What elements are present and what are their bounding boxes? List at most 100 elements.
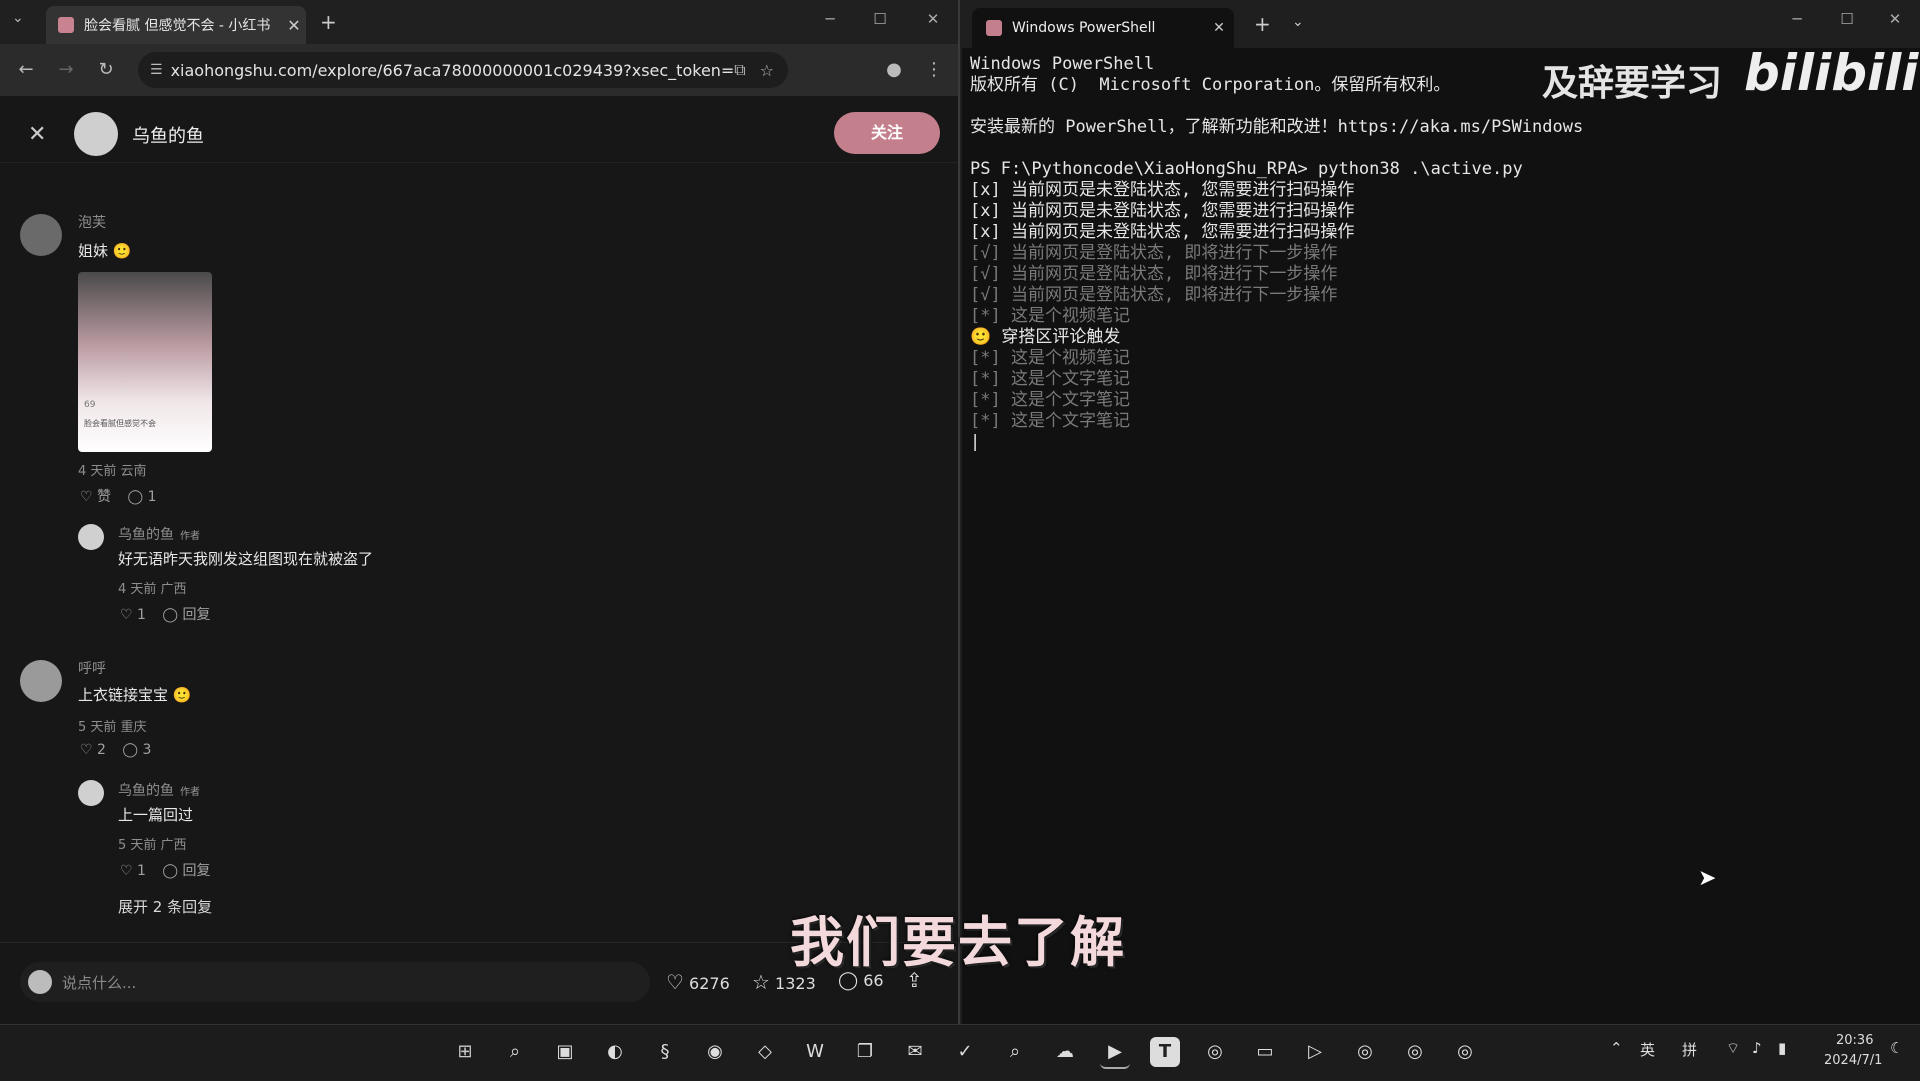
file-explorer-icon[interactable]: ▭ — [1250, 1037, 1280, 1067]
comment-image[interactable]: 69 脸会看腻但感觉不会 — [78, 272, 212, 452]
browser-menu-icon[interactable]: ⋮ — [922, 58, 946, 82]
maximize-icon[interactable]: ☐ — [1832, 10, 1862, 28]
follow-button[interactable]: 关注 — [834, 112, 940, 154]
expand-replies-link[interactable]: 展开 2 条回复 — [118, 896, 212, 917]
minimize-icon[interactable]: ─ — [815, 10, 845, 28]
clock-date[interactable]: 2024/7/1 — [1824, 1053, 1882, 1068]
terminal-line: [x] 当前网页是未登陆状态, 您需要进行扫码操作 — [970, 222, 1355, 242]
typora-icon[interactable]: ✓ — [950, 1037, 980, 1067]
outlook-icon[interactable]: ✉ — [900, 1037, 930, 1067]
emoji-icon: 🙂 — [168, 686, 192, 704]
chrome-profile-2-icon[interactable]: ◎ — [1400, 1037, 1430, 1067]
text-editor-icon[interactable]: T — [1150, 1037, 1180, 1067]
reply-icon[interactable]: ◯ — [127, 489, 143, 505]
chrome-profile-3-icon[interactable]: ◎ — [1450, 1037, 1480, 1067]
reply-icon[interactable]: ◯ — [162, 607, 178, 623]
reply-label[interactable]: 回复 — [183, 863, 211, 879]
reload-icon[interactable]: ↻ — [94, 58, 118, 82]
ime-mode[interactable]: 拼 — [1682, 1039, 1697, 1060]
chrome-icon[interactable]: ◎ — [1200, 1037, 1230, 1067]
wechat-icon[interactable]: ☁ — [1050, 1037, 1080, 1067]
clock-time[interactable]: 20:36 — [1836, 1033, 1873, 1048]
like-icon[interactable]: ♡ — [120, 607, 133, 623]
emoji-icon: 🙂 — [108, 242, 132, 260]
like-action[interactable]: ♡ 6276 — [666, 970, 730, 994]
reply-user[interactable]: 乌鱼的鱼 作者 — [118, 780, 200, 800]
minimize-icon[interactable]: ─ — [1782, 10, 1812, 28]
like-icon[interactable]: ♡ — [80, 742, 93, 758]
comment-actions: ♡ 赞 ◯ 1 — [80, 486, 157, 506]
reply-user[interactable]: 乌鱼的鱼 作者 — [118, 524, 200, 544]
install-app-icon[interactable]: ⧉ — [734, 60, 745, 80]
tab-dropdown-icon[interactable]: ⌄ — [1292, 14, 1304, 30]
reply-label[interactable]: 回复 — [183, 607, 211, 623]
notification-icon[interactable]: ☾ — [1890, 1039, 1903, 1057]
back-icon[interactable]: ← — [14, 58, 38, 82]
reply-like-count[interactable]: 1 — [137, 607, 146, 623]
tab-search-icon[interactable]: ⌄ — [12, 10, 24, 26]
terminal-icon[interactable]: ▶ — [1100, 1037, 1130, 1069]
author-avatar[interactable] — [74, 112, 118, 156]
profile-icon[interactable]: ● — [882, 58, 906, 82]
like-label[interactable]: 赞 — [97, 489, 111, 505]
ime-language[interactable]: 英 — [1640, 1039, 1655, 1060]
word-icon[interactable]: W — [800, 1037, 830, 1067]
site-info-icon[interactable]: ☰ — [150, 62, 163, 78]
close-tab-icon[interactable]: ✕ — [282, 16, 306, 35]
obs-icon[interactable]: ◉ — [700, 1037, 730, 1067]
xiaohongshu-favicon-icon — [58, 17, 74, 33]
task-view-icon[interactable]: ▣ — [550, 1037, 580, 1067]
comment-input-box[interactable]: 说点什么... — [20, 962, 650, 1002]
like-icon[interactable]: ♡ — [80, 489, 93, 505]
like-icon[interactable]: ♡ — [120, 863, 133, 879]
comment-input-placeholder: 说点什么... — [62, 974, 137, 992]
magnifier-icon[interactable]: ⌕ — [1000, 1037, 1030, 1067]
comment-avatar[interactable] — [20, 214, 62, 256]
wifi-icon[interactable]: ⌔ — [1726, 1039, 1740, 1058]
maximize-icon[interactable]: ☐ — [865, 10, 895, 28]
chrome-profile-icon[interactable]: ◎ — [1350, 1037, 1380, 1067]
sublime-icon[interactable]: § — [650, 1037, 680, 1067]
close-tab-icon[interactable]: ✕ — [1204, 20, 1234, 36]
like-total: 6276 — [689, 974, 730, 993]
reply-count[interactable]: 3 — [143, 742, 152, 758]
reply-text: 好无语昨天我刚发这组图现在就被盗了 — [118, 550, 374, 568]
bookmark-star-icon[interactable]: ☆ — [760, 61, 774, 80]
close-window-icon[interactable]: ✕ — [918, 10, 948, 28]
address-bar[interactable]: ☰ xiaohongshu.com/explore/667aca78000000… — [138, 52, 788, 88]
forward-icon[interactable]: → — [54, 58, 78, 82]
reply-avatar[interactable] — [78, 780, 104, 806]
reply-avatar[interactable] — [78, 524, 104, 550]
terminal-output[interactable]: Windows PowerShell 版权所有 (C) Microsoft Cor… — [970, 54, 1583, 453]
terminal-tab-active[interactable]: Windows PowerShell ✕ — [972, 8, 1234, 48]
close-window-icon[interactable]: ✕ — [1880, 10, 1910, 28]
new-tab-icon[interactable]: + — [320, 10, 337, 34]
reply-icon[interactable]: ◯ — [162, 863, 178, 879]
my-avatar — [28, 970, 52, 994]
copy-icon[interactable]: ❐ — [850, 1037, 880, 1067]
like-count[interactable]: 2 — [97, 742, 106, 758]
terminal-tab-strip: Windows PowerShell ✕ + ⌄ ─ ☐ ✕ — [962, 0, 1920, 48]
vscode-icon[interactable]: ◇ — [750, 1037, 780, 1067]
reply-count[interactable]: 1 — [148, 489, 157, 505]
reply-user-name[interactable]: 乌鱼的鱼 — [118, 527, 174, 543]
comment-user[interactable]: 呼呼 — [78, 658, 106, 678]
battery-icon[interactable]: ▮ — [1778, 1039, 1786, 1057]
media-player-icon[interactable]: ▷ — [1300, 1037, 1330, 1067]
volume-icon[interactable]: ♪ — [1752, 1039, 1762, 1057]
comment-avatar[interactable] — [20, 660, 62, 702]
new-tab-icon[interactable]: + — [1254, 12, 1271, 36]
start-windows-icon[interactable]: ⊞ — [450, 1037, 480, 1067]
reply-user-name[interactable]: 乌鱼的鱼 — [118, 783, 174, 799]
tray-overflow-icon[interactable]: ⌃ — [1610, 1039, 1623, 1057]
search-icon[interactable]: ⌕ — [500, 1037, 530, 1067]
close-note-icon[interactable]: ✕ — [28, 122, 46, 147]
comment-user[interactable]: 泡芙 — [78, 212, 106, 232]
edge-icon[interactable]: ◐ — [600, 1037, 630, 1067]
reply-like-count[interactable]: 1 — [137, 863, 146, 879]
image-caption: 脸会看腻但感觉不会 — [84, 419, 156, 428]
author-name[interactable]: 乌鱼的鱼 — [132, 122, 204, 148]
reply-icon[interactable]: ◯ — [122, 742, 138, 758]
browser-tab-active[interactable]: 脸会看腻 但感觉不会 - 小红书 ✕ — [46, 6, 306, 44]
